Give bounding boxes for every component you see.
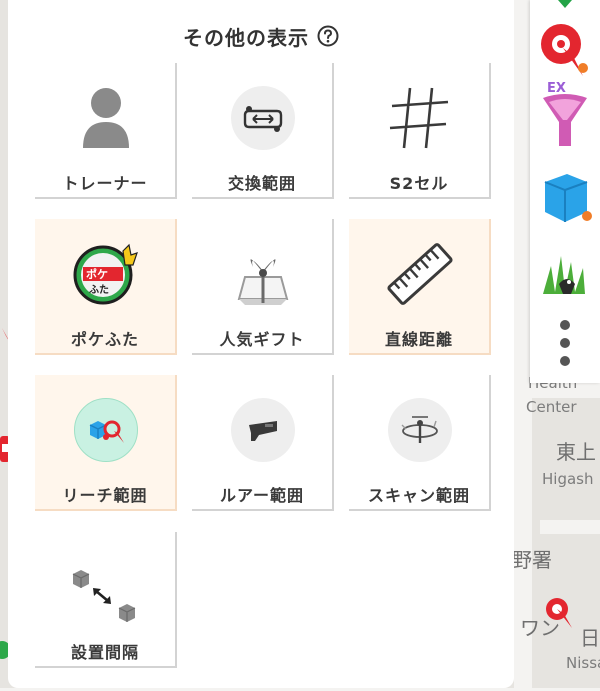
placement-interval-icon [69, 564, 139, 634]
cube-icon [544, 174, 592, 222]
map-label: 日 [580, 626, 600, 650]
svg-text:ポケ: ポケ [86, 267, 108, 281]
lure-module-icon [228, 395, 298, 465]
tile-label: S2セル [389, 174, 449, 193]
tile-popular-gift[interactable]: 人気ギフト [192, 219, 334, 355]
tile-label: リーチ範囲 [62, 486, 148, 505]
trade-range-icon [228, 83, 298, 153]
gift-icon [228, 239, 298, 309]
tile-s2-cell[interactable]: S2セル [349, 63, 491, 199]
rail-grass-button[interactable] [534, 244, 596, 306]
trainer-silhouette-icon [71, 83, 141, 153]
map-label: Higash [542, 470, 594, 488]
tile-label: トレーナー [62, 174, 148, 193]
tile-lure-range[interactable]: ルアー範囲 [192, 375, 334, 511]
tile-label: ポケふた [70, 330, 139, 349]
map-label: Nissa [566, 654, 600, 672]
tile-pokefuta[interactable]: ポケ ふた ポケふた [35, 219, 177, 355]
tile-placement-interval[interactable]: 設置間隔 [35, 532, 177, 668]
tile-straight-distance[interactable]: 直線距離 [349, 219, 491, 355]
raid-ex-icon: EX [543, 81, 587, 146]
tile-label: スキャン範囲 [367, 486, 470, 505]
tile-label: 交換範囲 [227, 174, 296, 193]
rail-raid-button[interactable]: EX [534, 81, 596, 146]
ex-badge: EX [547, 81, 566, 96]
tile-scan-range[interactable]: スキャン範囲 [349, 375, 491, 511]
svg-text:ふた: ふた [89, 284, 109, 296]
tile-label: 人気ギフト [219, 330, 305, 349]
grass-pokemon-icon [543, 256, 585, 294]
map-label: 野署 [512, 548, 552, 572]
scan-range-icon [385, 395, 455, 465]
reach-range-icon [71, 395, 141, 465]
question-circle-icon[interactable] [317, 25, 339, 47]
more-options-button[interactable] [534, 312, 596, 374]
tile-trade-range[interactable]: 交換範囲 [192, 63, 334, 199]
more-vertical-icon [560, 320, 570, 366]
panel-header: その他の表示 [8, 18, 514, 54]
s2-cell-grid-icon [385, 83, 455, 153]
pokestop-pin-icon[interactable] [544, 596, 574, 630]
map-label: Center [526, 398, 577, 416]
rail-cube-button[interactable] [534, 168, 596, 230]
tile-reach-range[interactable]: リーチ範囲 [35, 375, 177, 511]
other-display-panel: その他の表示 トレーナー 交換範囲 S2セル ポケ ふた ポケふた 人気ギフト … [8, 0, 514, 688]
tile-trainer[interactable]: トレーナー [35, 63, 177, 199]
tile-label: 直線距離 [384, 330, 453, 349]
pokefuta-manhole-icon: ポケ ふた [71, 239, 141, 309]
tile-label: ルアー範囲 [219, 486, 305, 505]
right-toolbar: EX [530, 0, 600, 383]
panel-title: その他の表示 [183, 25, 309, 50]
map-label: 東上 [556, 440, 596, 464]
green-chevron-icon [558, 0, 572, 8]
rail-pokestop-button[interactable] [534, 18, 596, 80]
pokestop-pin-icon [541, 24, 588, 76]
ruler-icon [385, 239, 455, 309]
tile-label: 設置間隔 [70, 643, 139, 662]
